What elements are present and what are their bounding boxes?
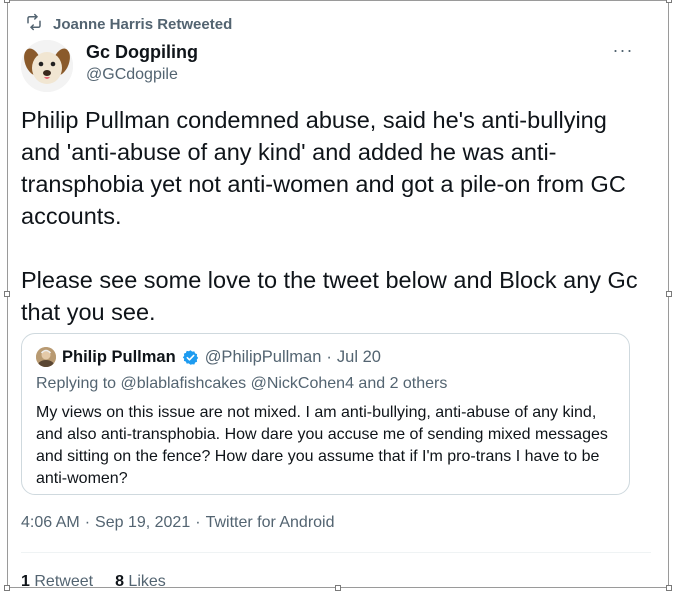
quoted-replying-to: Replying to @blablafishcakes @NickCohen4… [36,375,448,392]
retweets-count: 1 [21,573,30,590]
resize-handle-bottom-mid[interactable] [335,585,341,591]
quoted-tweet-meta: @PhilipPullman · Jul 20 [205,348,381,367]
author-handle[interactable]: @GCdogpile [86,66,178,84]
tweet-client[interactable]: Twitter for Android [206,514,335,532]
likes-stat[interactable]: 8 Likes [115,573,166,591]
quoted-tweet-date[interactable]: Jul 20 [337,348,381,367]
tweet-date[interactable]: Sep 19, 2021 [95,514,190,532]
quoted-tweet-text: My views on this issue are not mixed. I … [36,404,608,487]
quoted-tweet-card[interactable]: Philip Pullman @PhilipPullman · Jul 20 R… [21,333,630,495]
retweets-label: Retweet [34,573,94,590]
retweet-context[interactable]: Joanne Harris Retweeted [25,13,233,35]
tweet-text: Philip Pullman condemned abuse, said he'… [21,104,651,328]
retweeted-by-label: Joanne Harris Retweeted [53,15,233,33]
engagement-stats: 1 Retweet 8 Likes [21,573,166,591]
tweet-text-paragraph-2: Please see some love to the tweet below … [21,267,638,325]
stats-divider [21,552,651,553]
resize-handle-top-right[interactable] [666,0,672,3]
author-avatar[interactable] [21,40,73,92]
resize-handle-left-mid[interactable] [4,291,10,297]
likes-label: Likes [128,573,166,590]
retweets-stat[interactable]: 1 Retweet [21,573,93,591]
resize-handle-right-mid[interactable] [666,291,672,297]
tweet-time[interactable]: 4:06 AM [21,514,80,532]
quoted-tweet-header: Philip Pullman @PhilipPullman · Jul 20 [36,346,381,368]
author-name[interactable]: Gc Dogpiling [86,42,198,63]
quoted-author-name[interactable]: Philip Pullman [62,348,176,367]
resize-handle-bottom-left[interactable] [4,585,10,591]
resize-handle-top-left[interactable] [4,0,10,3]
timestamp-separator: · [195,514,201,531]
likes-count: 8 [115,573,124,590]
verified-badge-icon [182,349,199,366]
meta-separator: · [326,347,332,366]
dog-face-avatar [21,40,73,92]
quoted-author-avatar[interactable] [36,347,56,367]
more-options-icon[interactable]: ··· [608,40,638,60]
retweet-icon [25,13,43,35]
tweet-timestamp: 4:06 AM · Sep 19, 2021 · Twitter for And… [21,514,335,532]
timestamp-separator: · [84,514,91,531]
quoted-author-handle[interactable]: @PhilipPullman [205,348,322,367]
resize-handle-bottom-right[interactable] [666,585,672,591]
tweet-text-paragraph-1: Philip Pullman condemned abuse, said he'… [21,107,626,229]
